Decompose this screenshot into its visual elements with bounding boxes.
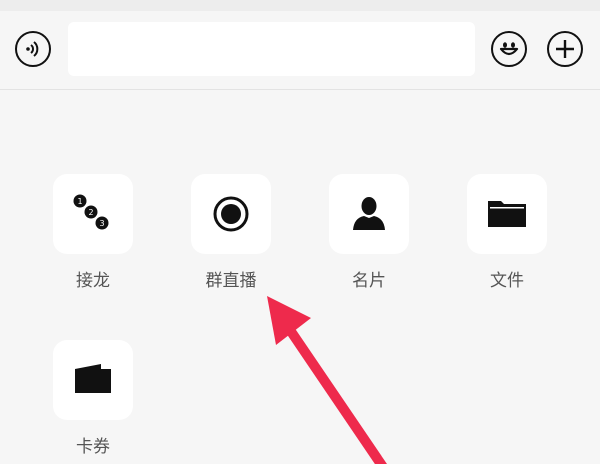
panel-tile[interactable] <box>467 174 547 254</box>
panel-tile[interactable] <box>191 174 271 254</box>
voice-input-icon[interactable] <box>15 31 51 67</box>
panel-tile[interactable]: 1 2 3 <box>53 174 133 254</box>
plus-icon[interactable] <box>547 31 583 67</box>
contact-card-icon <box>353 197 385 230</box>
panel-item-file[interactable]: 文件 <box>467 174 547 291</box>
more-functions-panel: 1 2 3 接龙 群直播 名片 文件 卡券 <box>0 90 600 464</box>
panel-item-coupon[interactable]: 卡券 <box>53 340 133 457</box>
panel-item-label: 卡券 <box>76 437 110 457</box>
chat-input-bar <box>0 11 600 90</box>
panel-item-label: 接龙 <box>76 271 110 291</box>
chain-relay-icon: 1 2 3 <box>73 194 109 230</box>
panel-item-group-live[interactable]: 群直播 <box>191 174 271 291</box>
panel-item-label: 文件 <box>490 271 524 291</box>
coupon-wallet-icon <box>75 364 111 393</box>
live-record-icon <box>213 196 249 232</box>
panel-item-chain-relay[interactable]: 1 2 3 接龙 <box>53 174 133 291</box>
message-input[interactable] <box>68 22 475 76</box>
svg-text:1: 1 <box>77 197 82 206</box>
panel-item-label: 名片 <box>352 271 386 291</box>
panel-tile[interactable] <box>53 340 133 420</box>
panel-item-label: 群直播 <box>205 271 257 291</box>
svg-text:2: 2 <box>88 208 93 217</box>
panel-item-contact-card[interactable]: 名片 <box>329 174 409 291</box>
emoji-icon[interactable] <box>491 31 527 67</box>
svg-text:3: 3 <box>99 219 104 228</box>
panel-tile[interactable] <box>329 174 409 254</box>
folder-icon <box>488 201 526 227</box>
status-strip <box>0 0 600 11</box>
